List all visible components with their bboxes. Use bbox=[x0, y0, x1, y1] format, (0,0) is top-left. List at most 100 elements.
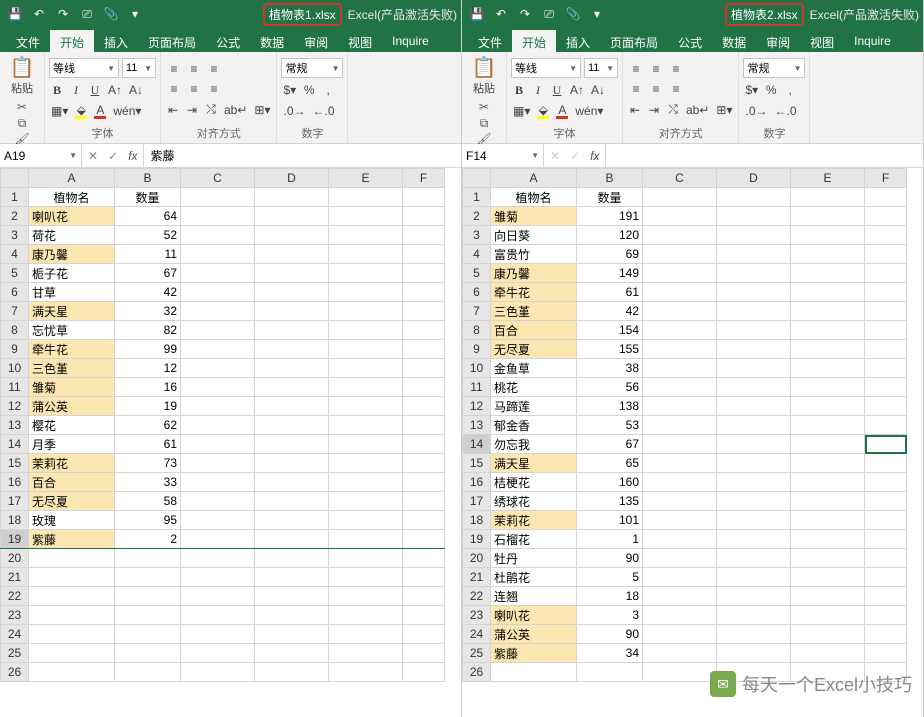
cell[interactable] bbox=[643, 511, 717, 530]
cell[interactable] bbox=[865, 606, 907, 625]
cell[interactable]: 52 bbox=[115, 226, 181, 245]
merge-button[interactable]: ⊞▾ bbox=[252, 101, 272, 119]
underline-button[interactable]: U bbox=[87, 81, 103, 99]
row-header[interactable]: 16 bbox=[1, 473, 29, 492]
shrink-font-icon[interactable]: A↓ bbox=[589, 81, 607, 99]
cell[interactable]: 56 bbox=[577, 378, 643, 397]
cell[interactable] bbox=[865, 340, 907, 359]
cell[interactable] bbox=[403, 302, 445, 321]
cut-icon[interactable]: ✂ bbox=[13, 100, 31, 114]
cell[interactable]: 石榴花 bbox=[491, 530, 577, 549]
redo-icon[interactable]: ↷ bbox=[52, 3, 74, 25]
cell[interactable] bbox=[255, 340, 329, 359]
cell[interactable] bbox=[115, 549, 181, 568]
cut-icon[interactable]: ✂ bbox=[475, 100, 493, 114]
cell[interactable]: 雏菊 bbox=[29, 378, 115, 397]
cell[interactable] bbox=[865, 644, 907, 663]
cell[interactable] bbox=[717, 568, 791, 587]
cell[interactable] bbox=[255, 492, 329, 511]
cell[interactable]: 34 bbox=[577, 644, 643, 663]
cell[interactable] bbox=[403, 435, 445, 454]
cell[interactable] bbox=[403, 283, 445, 302]
cell[interactable] bbox=[329, 302, 403, 321]
row-header[interactable]: 23 bbox=[1, 606, 29, 625]
font-color-button[interactable]: A bbox=[554, 102, 570, 120]
attach-icon[interactable]: 📎 bbox=[562, 3, 584, 25]
cell[interactable] bbox=[255, 587, 329, 606]
cell[interactable] bbox=[791, 283, 865, 302]
cell[interactable] bbox=[255, 606, 329, 625]
row-header[interactable]: 24 bbox=[1, 625, 29, 644]
cell[interactable] bbox=[255, 397, 329, 416]
cell[interactable] bbox=[181, 340, 255, 359]
cell[interactable]: 61 bbox=[115, 435, 181, 454]
row-header[interactable]: 5 bbox=[463, 264, 491, 283]
cell[interactable] bbox=[717, 245, 791, 264]
row-header[interactable]: 3 bbox=[463, 226, 491, 245]
cell[interactable]: 155 bbox=[577, 340, 643, 359]
touch-mode-icon[interactable]: ⎚ bbox=[76, 3, 98, 25]
formula-input[interactable]: 紫藤 bbox=[144, 144, 461, 167]
row-header[interactable]: 10 bbox=[1, 359, 29, 378]
cell[interactable] bbox=[255, 549, 329, 568]
bold-button[interactable]: B bbox=[511, 81, 527, 99]
cell[interactable] bbox=[329, 492, 403, 511]
cell[interactable] bbox=[791, 492, 865, 511]
cell[interactable]: 喇叭花 bbox=[491, 606, 577, 625]
cell[interactable] bbox=[329, 283, 403, 302]
cell[interactable] bbox=[865, 264, 907, 283]
cell[interactable]: 向日葵 bbox=[491, 226, 577, 245]
cell[interactable] bbox=[329, 416, 403, 435]
cell[interactable] bbox=[717, 435, 791, 454]
cell[interactable] bbox=[181, 397, 255, 416]
cell[interactable] bbox=[791, 625, 865, 644]
currency-button[interactable]: $▾ bbox=[281, 81, 298, 99]
cell[interactable] bbox=[643, 530, 717, 549]
cell[interactable] bbox=[181, 454, 255, 473]
cell[interactable] bbox=[791, 530, 865, 549]
col-header-D[interactable]: D bbox=[717, 169, 791, 188]
row-header[interactable]: 6 bbox=[463, 283, 491, 302]
formula-input[interactable] bbox=[606, 144, 923, 167]
cell[interactable]: 3 bbox=[577, 606, 643, 625]
cell[interactable]: 61 bbox=[577, 283, 643, 302]
row-header[interactable]: 9 bbox=[1, 340, 29, 359]
col-header-A[interactable]: A bbox=[491, 169, 577, 188]
cell[interactable] bbox=[717, 416, 791, 435]
fx-icon[interactable]: fx bbox=[128, 149, 137, 163]
cell[interactable]: 雏菊 bbox=[491, 207, 577, 226]
cell[interactable] bbox=[181, 663, 255, 682]
cell[interactable] bbox=[403, 606, 445, 625]
cell[interactable]: 茉莉花 bbox=[491, 511, 577, 530]
cell[interactable] bbox=[255, 283, 329, 302]
cell[interactable] bbox=[255, 359, 329, 378]
cell[interactable] bbox=[181, 245, 255, 264]
row-header[interactable]: 14 bbox=[1, 435, 29, 454]
cell[interactable] bbox=[865, 511, 907, 530]
tab-review[interactable]: 审阅 bbox=[294, 30, 338, 52]
cell[interactable] bbox=[791, 549, 865, 568]
cell[interactable]: 三色堇 bbox=[491, 302, 577, 321]
cell[interactable]: 玫瑰 bbox=[29, 511, 115, 530]
indent-dec-icon[interactable]: ⇤ bbox=[627, 101, 643, 119]
select-all-corner[interactable] bbox=[1, 169, 29, 188]
cell[interactable]: 154 bbox=[577, 321, 643, 340]
cell[interactable] bbox=[643, 340, 717, 359]
copy-icon[interactable]: ⧉ bbox=[13, 116, 31, 130]
cell[interactable]: 紫藤 bbox=[491, 644, 577, 663]
cell[interactable]: 数量 bbox=[115, 188, 181, 207]
cell[interactable]: 牵牛花 bbox=[29, 340, 115, 359]
cell[interactable]: 64 bbox=[115, 207, 181, 226]
number-format-select[interactable]: 常规▼ bbox=[281, 58, 343, 78]
cell[interactable]: 135 bbox=[577, 492, 643, 511]
cell[interactable] bbox=[717, 302, 791, 321]
cell[interactable] bbox=[329, 188, 403, 207]
cell[interactable]: 杜鹃花 bbox=[491, 568, 577, 587]
tab-layout[interactable]: 页面布局 bbox=[138, 30, 206, 52]
cell[interactable]: 1 bbox=[577, 530, 643, 549]
row-header[interactable]: 17 bbox=[1, 492, 29, 511]
cell[interactable] bbox=[791, 188, 865, 207]
cell[interactable] bbox=[255, 625, 329, 644]
cell[interactable] bbox=[403, 397, 445, 416]
cell[interactable] bbox=[255, 511, 329, 530]
